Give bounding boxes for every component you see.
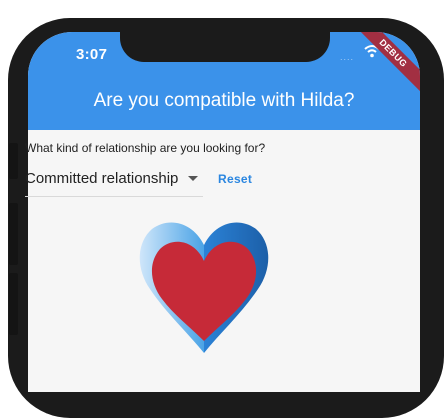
- chevron-down-icon: [188, 176, 198, 181]
- relationship-dropdown-value: Committed relationship: [25, 170, 179, 187]
- volume-up-button: [9, 203, 18, 265]
- signal-icon: ....: [340, 52, 355, 62]
- device-notch: [120, 32, 330, 62]
- reset-button[interactable]: Reset: [218, 172, 252, 186]
- relationship-question: What kind of relationship are you lookin…: [25, 141, 266, 155]
- app-title: Are you compatible with Hilda?: [93, 90, 355, 111]
- mute-switch: [9, 143, 18, 179]
- status-time: 3:07: [76, 46, 108, 63]
- heart-icon: [132, 215, 277, 360]
- relationship-dropdown[interactable]: Committed relationship: [25, 168, 203, 197]
- volume-down-button: [9, 273, 18, 335]
